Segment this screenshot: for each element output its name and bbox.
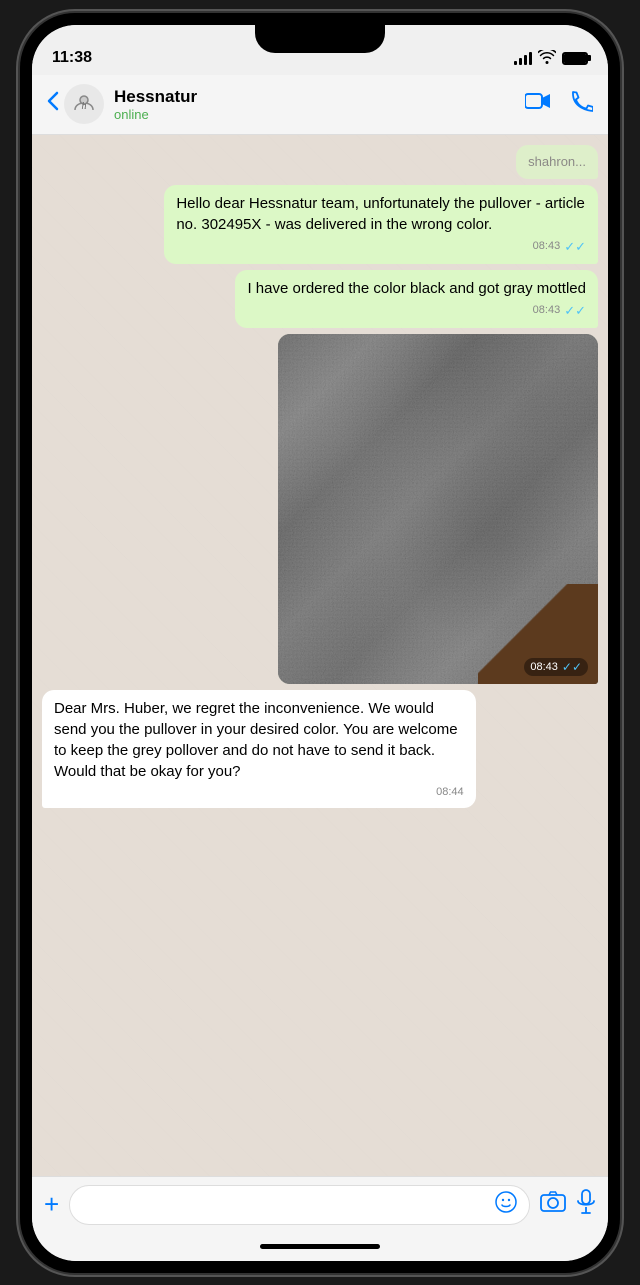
phone-screen: 11:38	[32, 25, 608, 1261]
contact-avatar: h	[64, 84, 104, 124]
bubble-meta-1: 08:43 ✓✓	[176, 238, 586, 256]
chat-area[interactable]: shahron... Hello dear Hessnatur team, un…	[32, 135, 608, 1176]
status-time: 11:38	[52, 49, 92, 67]
truncated-text: shahron...	[528, 154, 586, 169]
message-input[interactable]	[69, 1185, 530, 1225]
header-icons	[525, 90, 593, 118]
truncated-bubble: shahron...	[516, 145, 598, 179]
home-indicator	[32, 1233, 608, 1261]
message-row-4: Dear Mrs. Huber, we regret the inconveni…	[42, 690, 598, 808]
battery-icon	[562, 52, 588, 65]
phone-call-button[interactable]	[571, 90, 593, 118]
status-icons	[514, 50, 588, 67]
image-time: 08:43	[530, 661, 558, 673]
video-call-button[interactable]	[525, 90, 551, 118]
image-ticks: ✓✓	[562, 660, 582, 674]
read-ticks-2: ✓✓	[564, 302, 586, 320]
message-bubble-2: I have ordered the color black and got g…	[235, 270, 598, 328]
contact-name: Hessnatur	[114, 87, 525, 107]
signal-icon	[514, 51, 532, 65]
message-time-1: 08:43	[533, 239, 561, 254]
contact-status: online	[114, 107, 525, 122]
svg-text:h: h	[82, 101, 87, 112]
message-text-4: Dear Mrs. Huber, we regret the inconveni…	[54, 700, 458, 780]
message-time-2: 08:43	[533, 303, 561, 318]
image-meta: 08:43 ✓✓	[524, 658, 588, 676]
message-text-2: I have ordered the color black and got g…	[247, 280, 586, 297]
attach-button[interactable]: +	[44, 1189, 59, 1220]
truncated-message-row: shahron...	[42, 145, 598, 179]
message-row-2: I have ordered the color black and got g…	[42, 270, 598, 328]
bubble-meta-4: 08:44	[54, 785, 464, 800]
fabric-image: 08:43 ✓✓	[278, 334, 598, 684]
back-button[interactable]	[47, 91, 59, 117]
phone-frame: 11:38	[20, 13, 620, 1273]
contact-info: Hessnatur online	[114, 87, 525, 122]
read-ticks-1: ✓✓	[564, 238, 586, 256]
message-bubble-1: Hello dear Hessnatur team, unfortunately…	[164, 185, 598, 264]
chat-header: h Hessnatur online	[32, 75, 608, 135]
image-bubble[interactable]: 08:43 ✓✓	[278, 334, 598, 684]
microphone-icon[interactable]	[576, 1189, 596, 1220]
wifi-icon	[538, 50, 556, 67]
home-bar	[260, 1244, 380, 1249]
sticker-icon[interactable]	[495, 1191, 517, 1218]
message-bubble-4: Dear Mrs. Huber, we regret the inconveni…	[42, 690, 476, 808]
fabric-texture	[278, 334, 598, 684]
bubble-meta-2: 08:43 ✓✓	[247, 302, 586, 320]
message-time-4: 08:44	[436, 785, 464, 800]
message-text-1: Hello dear Hessnatur team, unfortunately…	[176, 195, 585, 233]
notch	[255, 25, 385, 53]
input-bar: +	[32, 1176, 608, 1233]
message-row-1: Hello dear Hessnatur team, unfortunately…	[42, 185, 598, 264]
message-row-3: 08:43 ✓✓	[42, 334, 598, 684]
camera-icon[interactable]	[540, 1191, 566, 1218]
